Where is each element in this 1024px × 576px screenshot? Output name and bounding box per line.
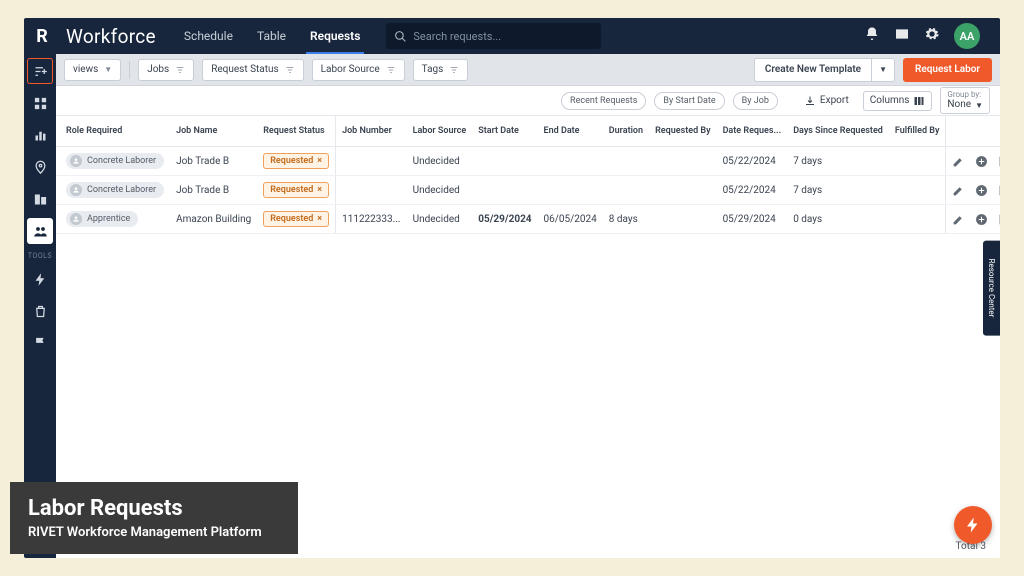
- add-icon[interactable]: [975, 213, 988, 226]
- bolt-icon: [964, 516, 982, 534]
- close-icon: ×: [317, 214, 322, 224]
- col-source[interactable]: Labor Source: [407, 116, 473, 147]
- col-start[interactable]: Start Date: [472, 116, 537, 147]
- add-icon[interactable]: [975, 184, 988, 197]
- toolbar: Recent Requests By Start Date By Job Exp…: [56, 86, 1000, 116]
- columns-button[interactable]: Columns: [863, 91, 933, 111]
- status-tag[interactable]: Requested×: [263, 182, 329, 198]
- close-icon: ×: [317, 156, 322, 166]
- columns-icon: [913, 95, 925, 107]
- sidebar-section-tools: TOOLS: [28, 252, 52, 260]
- role-tag: Apprentice: [66, 211, 138, 227]
- filter-icon: [449, 65, 459, 75]
- filter-bar: views▼ Jobs Request Status Labor Source …: [56, 54, 1000, 86]
- export-button[interactable]: Export: [798, 91, 855, 111]
- table-row[interactable]: Apprentice Amazon Building Requested× 11…: [56, 205, 1000, 234]
- logo: R: [24, 18, 60, 54]
- tab-requests[interactable]: Requests: [298, 18, 372, 54]
- sidebar-item-location[interactable]: [27, 154, 53, 180]
- edit-icon[interactable]: [952, 155, 965, 168]
- edit-icon[interactable]: [952, 184, 965, 197]
- status-tag[interactable]: Requested×: [263, 211, 329, 227]
- sidebar-item-bolt[interactable]: [27, 266, 53, 292]
- add-icon[interactable]: [975, 155, 988, 168]
- sidebar-item-trash[interactable]: [27, 298, 53, 324]
- open-icon[interactable]: [998, 155, 1000, 168]
- mail-icon[interactable]: [894, 26, 910, 46]
- col-fulfilled[interactable]: Fulfilled By: [889, 116, 946, 147]
- filter-icon: [285, 65, 295, 75]
- sidebar-item-add-filter[interactable]: [27, 58, 53, 84]
- role-tag: Concrete Laborer: [66, 153, 164, 169]
- caption-sub: RIVET Workforce Management Platform: [28, 525, 262, 540]
- sidebar-item-dashboard[interactable]: [27, 90, 53, 116]
- search-input[interactable]: [413, 30, 593, 43]
- app-title: Workforce: [66, 25, 156, 48]
- table-row[interactable]: Concrete Laborer Job Trade B Requested× …: [56, 176, 1000, 205]
- caption-title: Labor Requests: [28, 496, 262, 521]
- col-job[interactable]: Job Name: [170, 116, 257, 147]
- create-template-button[interactable]: Create New Template▼: [754, 58, 895, 82]
- col-role[interactable]: Role Required: [56, 116, 170, 147]
- open-icon[interactable]: [998, 184, 1000, 197]
- edit-icon[interactable]: [952, 213, 965, 226]
- filter-icon: [175, 65, 185, 75]
- tab-table[interactable]: Table: [245, 18, 298, 54]
- col-end[interactable]: End Date: [538, 116, 603, 147]
- tab-schedule[interactable]: Schedule: [172, 18, 245, 54]
- notifications-icon[interactable]: [864, 26, 880, 46]
- col-reqby[interactable]: Requested By: [649, 116, 717, 147]
- request-labor-button[interactable]: Request Labor: [903, 58, 992, 82]
- download-icon: [804, 95, 816, 107]
- fab-button[interactable]: [954, 506, 992, 544]
- col-status[interactable]: Request Status: [257, 116, 335, 147]
- settings-icon[interactable]: [924, 26, 940, 46]
- resource-center-tab[interactable]: Resource Center: [983, 241, 1000, 336]
- group-by-dropdown[interactable]: Group by: None▼: [940, 87, 990, 115]
- search-icon: [394, 30, 407, 43]
- top-tabs: Schedule Table Requests: [172, 18, 372, 54]
- col-datereq[interactable]: Date Reques...: [717, 116, 788, 147]
- filter-tags[interactable]: Tags: [413, 59, 469, 81]
- filter-icon: [386, 65, 396, 75]
- role-tag: Concrete Laborer: [66, 182, 164, 198]
- search-box[interactable]: [386, 23, 601, 49]
- avatar[interactable]: AA: [954, 23, 980, 49]
- filter-jobs[interactable]: Jobs: [138, 59, 194, 81]
- views-dropdown[interactable]: views▼: [64, 59, 121, 81]
- open-icon[interactable]: [998, 213, 1000, 226]
- requests-table: Role Required Job Name Request Status Jo…: [56, 116, 1000, 234]
- sidebar-item-org[interactable]: [27, 186, 53, 212]
- col-dur[interactable]: Duration: [603, 116, 649, 147]
- filter-labor-source[interactable]: Labor Source: [312, 59, 405, 81]
- col-number[interactable]: Job Number: [336, 116, 407, 147]
- pill-by-job[interactable]: By Job: [733, 92, 778, 110]
- sidebar-item-flag[interactable]: [27, 330, 53, 356]
- sidebar-item-people[interactable]: [27, 218, 53, 244]
- col-days[interactable]: Days Since Requested: [787, 116, 889, 147]
- status-tag[interactable]: Requested×: [263, 153, 329, 169]
- sidebar-item-chart[interactable]: [27, 122, 53, 148]
- caption: Labor Requests RIVET Workforce Managemen…: [10, 482, 298, 554]
- close-icon: ×: [317, 185, 322, 195]
- table-row[interactable]: Concrete Laborer Job Trade B Requested× …: [56, 147, 1000, 176]
- filter-request-status[interactable]: Request Status: [202, 59, 303, 81]
- pill-start-date[interactable]: By Start Date: [654, 92, 724, 110]
- pill-recent[interactable]: Recent Requests: [561, 92, 646, 110]
